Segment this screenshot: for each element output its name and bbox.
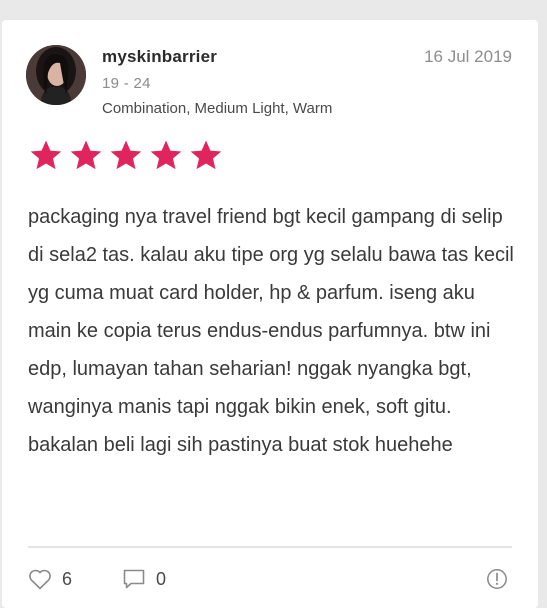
- comment-icon: [123, 569, 145, 589]
- alert-circle-icon: [487, 569, 507, 589]
- report-button[interactable]: [486, 568, 508, 590]
- review-date: 16 Jul 2019: [424, 47, 512, 66]
- review-card: myskinbarrier 19 - 24 Combination, Mediu…: [2, 20, 538, 608]
- comment-count: 0: [156, 568, 167, 589]
- divider: [28, 546, 512, 548]
- heart-icon: [29, 569, 51, 590]
- star-icon: [190, 140, 222, 170]
- star-icon: [30, 140, 62, 170]
- star-rating: [28, 138, 224, 172]
- avatar-image: [26, 45, 86, 105]
- like-button[interactable]: 6: [28, 568, 72, 590]
- comment-button[interactable]: 0: [122, 568, 166, 590]
- skin-profile: Combination, Medium Light, Warm: [102, 100, 333, 117]
- star-icon: [150, 140, 182, 170]
- review-actions: 6 0: [28, 566, 508, 592]
- like-count: 6: [62, 568, 73, 589]
- avatar[interactable]: [26, 45, 86, 105]
- star-icon: [70, 140, 102, 170]
- review-text: packaging nya travel friend bgt kecil ga…: [28, 206, 514, 456]
- username[interactable]: myskinbarrier: [102, 47, 217, 67]
- age-range: 19 - 24: [102, 75, 151, 92]
- star-icon: [110, 140, 142, 170]
